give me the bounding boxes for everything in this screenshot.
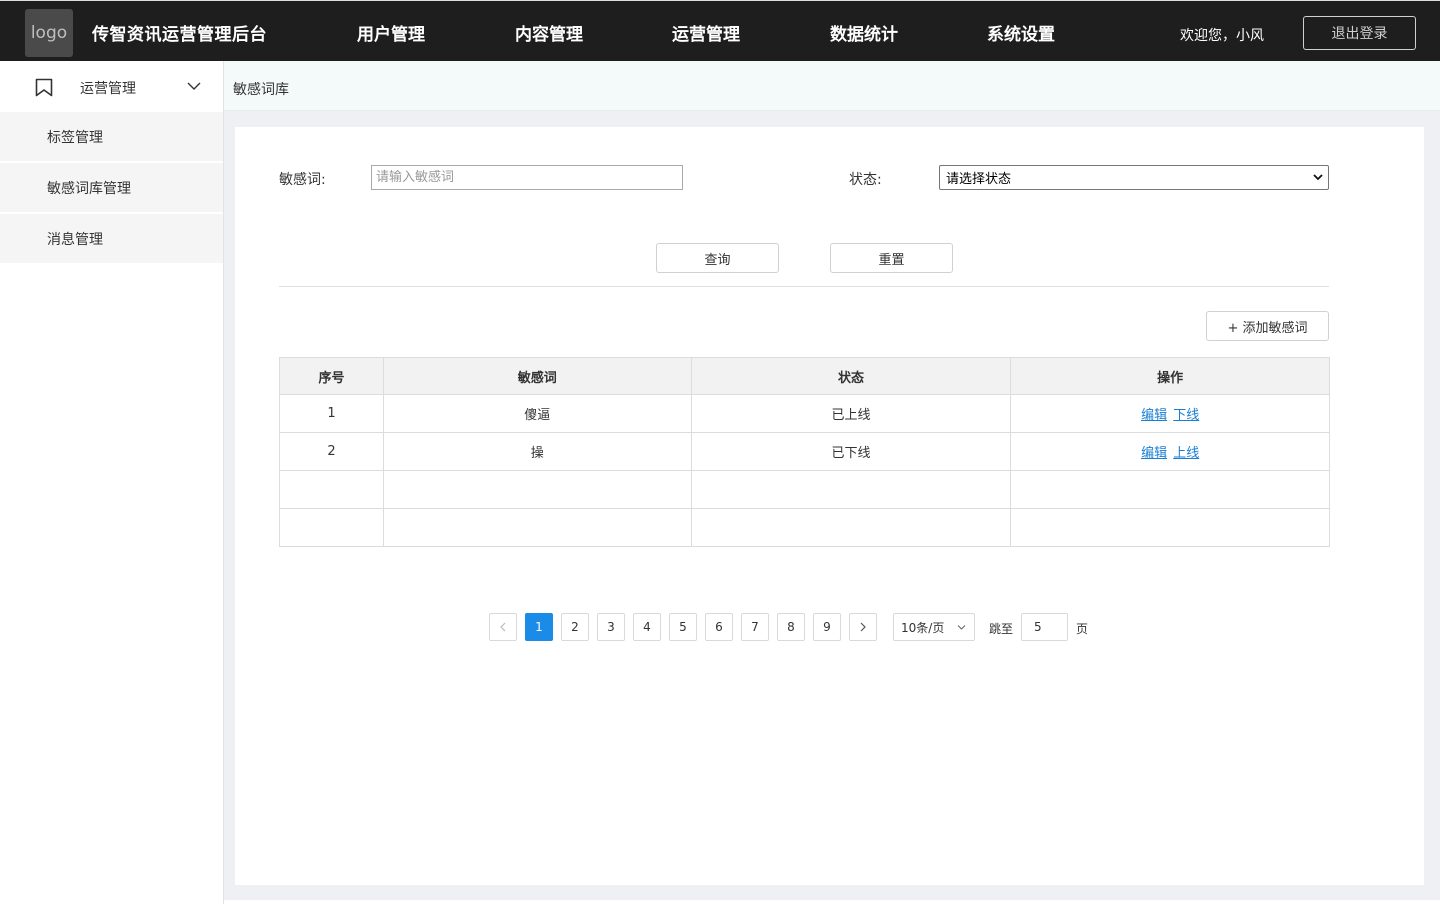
page-size-value: 10条/页 xyxy=(901,620,945,635)
sensitive-word-input[interactable] xyxy=(371,165,683,190)
logo: logo xyxy=(25,9,73,57)
page-button-2[interactable]: 2 xyxy=(561,613,589,641)
next-page-button[interactable] xyxy=(849,613,877,641)
sidebar: 运营管理 标签管理 敏感词库管理 消息管理 xyxy=(0,61,224,904)
page-size-select[interactable]: 10条/页 xyxy=(893,613,975,641)
status-select-value: 请选择状态 xyxy=(946,172,1012,187)
page-button-9[interactable]: 9 xyxy=(813,613,841,641)
nav-system-settings[interactable]: 系统设置 xyxy=(987,20,1055,45)
chevron-right-icon xyxy=(860,622,866,632)
app-title: 传智资讯运营管理后台 xyxy=(92,25,267,45)
nav-operations-management[interactable]: 运营管理 xyxy=(672,20,740,45)
cell-status: 已下线 xyxy=(690,432,1012,471)
page-button-6[interactable]: 6 xyxy=(705,613,733,641)
chevron-down-icon xyxy=(187,82,201,90)
jump-label: 跳至 xyxy=(989,622,1014,636)
jump-unit: 页 xyxy=(1076,622,1089,636)
table-header-row: 序号 敏感词 状态 操作 xyxy=(279,357,1330,395)
cell-actions: 编辑 上线 xyxy=(1010,432,1330,471)
chevron-left-icon xyxy=(500,622,506,632)
divider xyxy=(279,286,1329,287)
breadcrumb: 敏感词库 xyxy=(224,61,1440,111)
jump-page-input[interactable] xyxy=(1021,613,1068,641)
cell-actions: 编辑 下线 xyxy=(1010,394,1330,433)
cell-word: 傻逼 xyxy=(382,394,692,433)
reset-button[interactable]: 重置 xyxy=(830,243,953,273)
table-row-empty xyxy=(279,470,1330,509)
status-select[interactable]: 请选择状态 xyxy=(939,165,1329,190)
page-button-4[interactable]: 4 xyxy=(633,613,661,641)
prev-page-button[interactable] xyxy=(489,613,517,641)
offline-link[interactable]: 下线 xyxy=(1173,408,1199,423)
cell-word: 操 xyxy=(382,432,692,471)
table-row: 2 操 已下线 编辑 上线 xyxy=(279,432,1330,471)
sidebar-section-operations[interactable]: 运营管理 xyxy=(0,61,223,112)
bookmark-icon xyxy=(35,78,53,97)
sensitive-word-label: 敏感词: xyxy=(279,172,326,188)
page-button-5[interactable]: 5 xyxy=(669,613,697,641)
sidebar-section-label: 运营管理 xyxy=(80,81,136,97)
nav-data-statistics[interactable]: 数据统计 xyxy=(830,20,898,45)
online-link[interactable]: 上线 xyxy=(1173,446,1199,461)
sidebar-item-sensitive-words[interactable]: 敏感词库管理 xyxy=(0,163,223,213)
header-index: 序号 xyxy=(279,357,384,395)
chevron-down-icon xyxy=(957,625,966,630)
sensitive-words-table: 序号 敏感词 状态 操作 1 傻逼 已上线 编辑 下线 2 操 已下线 编辑 上… xyxy=(279,357,1330,547)
sidebar-item-message-management[interactable]: 消息管理 xyxy=(0,214,223,264)
edit-link[interactable]: 编辑 xyxy=(1141,408,1167,423)
table-row-empty xyxy=(279,508,1330,547)
header-word: 敏感词 xyxy=(382,357,692,395)
logout-button[interactable]: 退出登录 xyxy=(1303,16,1416,50)
page-button-1[interactable]: 1 xyxy=(525,613,553,641)
cell-index: 2 xyxy=(279,432,384,471)
table-row: 1 傻逼 已上线 编辑 下线 xyxy=(279,394,1330,433)
header-actions: 操作 xyxy=(1010,357,1330,395)
page-button-7[interactable]: 7 xyxy=(741,613,769,641)
cell-index: 1 xyxy=(279,394,384,433)
top-navigation-bar: logo 传智资讯运营管理后台 用户管理 内容管理 运营管理 数据统计 系统设置… xyxy=(0,0,1440,61)
header-status: 状态 xyxy=(690,357,1012,395)
welcome-text: 欢迎您，小风 xyxy=(1180,28,1264,44)
edit-link[interactable]: 编辑 xyxy=(1141,446,1167,461)
chevron-down-icon xyxy=(1313,174,1323,181)
add-sensitive-word-button[interactable]: + 添加敏感词 xyxy=(1206,311,1329,341)
page-button-3[interactable]: 3 xyxy=(597,613,625,641)
nav-content-management[interactable]: 内容管理 xyxy=(515,20,583,45)
query-button[interactable]: 查询 xyxy=(656,243,779,273)
nav-user-management[interactable]: 用户管理 xyxy=(357,20,425,45)
breadcrumb-current: 敏感词库 xyxy=(233,82,289,98)
status-label: 状态: xyxy=(849,172,882,188)
page-button-8[interactable]: 8 xyxy=(777,613,805,641)
sidebar-item-tag-management[interactable]: 标签管理 xyxy=(0,112,223,162)
cell-status: 已上线 xyxy=(690,394,1012,433)
